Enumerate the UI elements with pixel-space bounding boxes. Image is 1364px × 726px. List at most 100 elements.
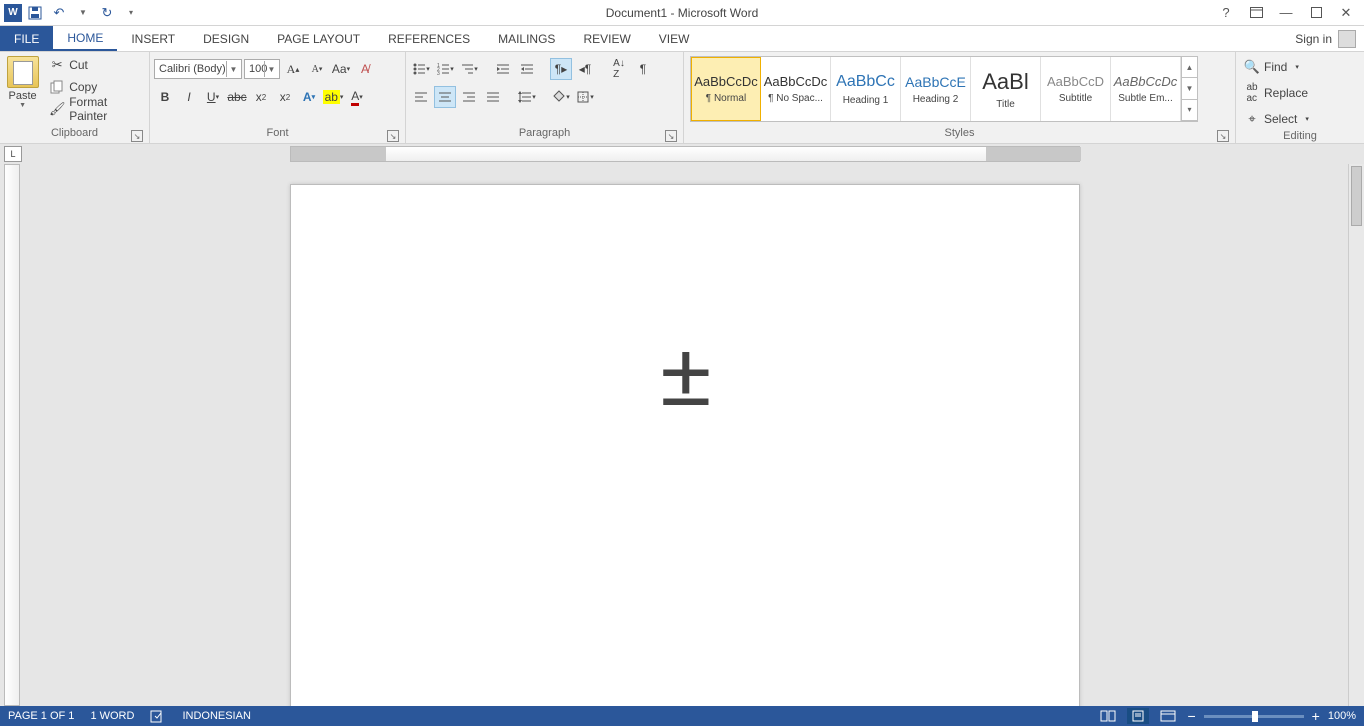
style-normal[interactable]: AaBbCcDc¶ Normal — [691, 57, 761, 121]
copy-icon — [49, 79, 65, 95]
justify-button[interactable] — [482, 86, 504, 108]
tab-references[interactable]: REFERENCES — [374, 26, 484, 51]
tab-design[interactable]: DESIGN — [189, 26, 263, 51]
save-icon[interactable] — [24, 2, 46, 24]
style-subtitle[interactable]: AaBbCcDSubtitle — [1041, 57, 1111, 121]
scrollbar-thumb[interactable] — [1351, 166, 1362, 226]
tab-review[interactable]: REVIEW — [569, 26, 644, 51]
undo-dropdown-icon[interactable]: ▼ — [72, 2, 94, 24]
zoom-out-button[interactable]: − — [1187, 708, 1195, 724]
show-hide-button[interactable]: ¶ — [632, 58, 654, 80]
font-group-label: Font — [266, 127, 288, 139]
bold-button[interactable]: B — [154, 86, 176, 108]
borders-button[interactable]: ▾ — [574, 86, 596, 108]
italic-button[interactable]: I — [178, 86, 200, 108]
styles-more-icon[interactable]: ▾ — [1182, 100, 1197, 121]
horizontal-ruler[interactable] — [290, 146, 1080, 162]
clipboard-group-label: Clipboard — [51, 127, 98, 139]
styles-launcher-icon[interactable]: ↘ — [1217, 130, 1229, 142]
qat-customize-icon[interactable]: ▾ — [120, 2, 142, 24]
text-effects-button[interactable]: A▾ — [298, 86, 320, 108]
align-center-button[interactable] — [434, 86, 456, 108]
redo-icon[interactable]: ↻ — [96, 2, 118, 24]
document-page[interactable]: ± — [290, 184, 1080, 706]
minimize-icon[interactable]: — — [1276, 3, 1296, 23]
font-name-combo[interactable]: Calibri (Body)▼ — [154, 59, 242, 79]
document-content[interactable]: ± — [661, 325, 711, 425]
read-mode-icon[interactable] — [1097, 708, 1119, 724]
status-language[interactable]: INDONESIAN — [182, 710, 250, 722]
replace-button[interactable]: abacReplace — [1240, 82, 1312, 104]
style-heading-2[interactable]: AaBbCcEHeading 2 — [901, 57, 971, 121]
style-heading-1[interactable]: AaBbCcHeading 1 — [831, 57, 901, 121]
tab-file[interactable]: FILE — [0, 26, 53, 51]
subscript-button[interactable]: x2 — [250, 86, 272, 108]
find-button[interactable]: 🔍Find▾ — [1240, 56, 1303, 78]
clipboard-launcher-icon[interactable]: ↘ — [131, 130, 143, 142]
paragraph-launcher-icon[interactable]: ↘ — [665, 130, 677, 142]
chevron-down-icon[interactable]: ▼ — [264, 61, 278, 77]
tab-selector[interactable]: L — [4, 146, 22, 162]
signin-link[interactable]: Sign in — [1295, 32, 1332, 46]
align-left-button[interactable] — [410, 86, 432, 108]
paragraph-group-label: Paragraph — [519, 127, 570, 139]
undo-icon[interactable]: ↶ — [48, 2, 70, 24]
tab-insert[interactable]: INSERT — [117, 26, 189, 51]
sort-button[interactable]: A↓Z — [608, 58, 630, 80]
line-spacing-button[interactable]: ▾ — [516, 86, 538, 108]
cut-button[interactable]: Cut — [45, 54, 145, 76]
ribbon-display-icon[interactable] — [1246, 3, 1266, 23]
multilevel-list-button[interactable]: ▾ — [458, 58, 480, 80]
word-logo: W — [4, 4, 22, 22]
paste-icon — [7, 56, 39, 88]
styles-scroll-down-icon[interactable]: ▼ — [1182, 78, 1197, 99]
font-launcher-icon[interactable]: ↘ — [387, 130, 399, 142]
rtl-button[interactable]: ◂¶ — [574, 58, 596, 80]
close-icon[interactable]: ✕ — [1336, 3, 1356, 23]
status-words[interactable]: 1 WORD — [90, 710, 134, 722]
shading-button[interactable]: ▾ — [550, 86, 572, 108]
clear-formatting-button[interactable]: A̸ — [354, 58, 376, 80]
highlight-button[interactable]: ab▾ — [322, 86, 344, 108]
avatar-icon[interactable] — [1338, 30, 1356, 48]
zoom-level[interactable]: 100% — [1328, 710, 1356, 722]
superscript-button[interactable]: x2 — [274, 86, 296, 108]
styles-scroll-up-icon[interactable]: ▲ — [1182, 57, 1197, 78]
change-case-button[interactable]: Aa▾ — [330, 58, 352, 80]
ltr-button[interactable]: ¶▸ — [550, 58, 572, 80]
numbering-button[interactable]: 123▾ — [434, 58, 456, 80]
format-painter-button[interactable]: 🖌Format Painter — [45, 98, 145, 120]
increase-indent-button[interactable] — [516, 58, 538, 80]
bullets-button[interactable]: ▾ — [410, 58, 432, 80]
zoom-handle[interactable] — [1252, 711, 1258, 722]
paste-button[interactable]: Paste ▼ — [4, 54, 41, 109]
web-layout-icon[interactable] — [1157, 708, 1179, 724]
underline-button[interactable]: U▾ — [202, 86, 224, 108]
font-size-combo[interactable]: 100▼ — [244, 59, 280, 79]
grow-font-button[interactable]: A▴ — [282, 58, 304, 80]
help-icon[interactable]: ? — [1216, 3, 1236, 23]
print-layout-icon[interactable] — [1127, 708, 1149, 724]
tab-view[interactable]: VIEW — [645, 26, 704, 51]
vertical-scrollbar[interactable] — [1348, 164, 1364, 706]
chevron-down-icon[interactable]: ▼ — [226, 61, 240, 77]
strikethrough-button[interactable]: abc — [226, 86, 248, 108]
font-color-button[interactable]: A▾ — [346, 86, 368, 108]
tab-mailings[interactable]: MAILINGS — [484, 26, 569, 51]
zoom-in-button[interactable]: + — [1312, 708, 1320, 724]
shrink-font-button[interactable]: A▾ — [306, 58, 328, 80]
zoom-slider[interactable] — [1204, 715, 1304, 718]
vertical-ruler[interactable] — [4, 164, 20, 706]
tab-page-layout[interactable]: PAGE LAYOUT — [263, 26, 374, 51]
align-right-button[interactable] — [458, 86, 480, 108]
maximize-icon[interactable] — [1306, 3, 1326, 23]
style-no-spacing[interactable]: AaBbCcDc¶ No Spac... — [761, 57, 831, 121]
select-button[interactable]: ⌖Select▾ — [1240, 108, 1313, 130]
tab-home[interactable]: HOME — [53, 26, 117, 51]
decrease-indent-button[interactable] — [492, 58, 514, 80]
style-subtle-emphasis[interactable]: AaBbCcDcSubtle Em... — [1111, 57, 1181, 121]
style-title[interactable]: AaBlTitle — [971, 57, 1041, 121]
status-page[interactable]: PAGE 1 OF 1 — [8, 710, 74, 722]
status-proofing-icon[interactable] — [150, 709, 166, 723]
paste-dropdown-icon[interactable]: ▼ — [19, 102, 26, 109]
